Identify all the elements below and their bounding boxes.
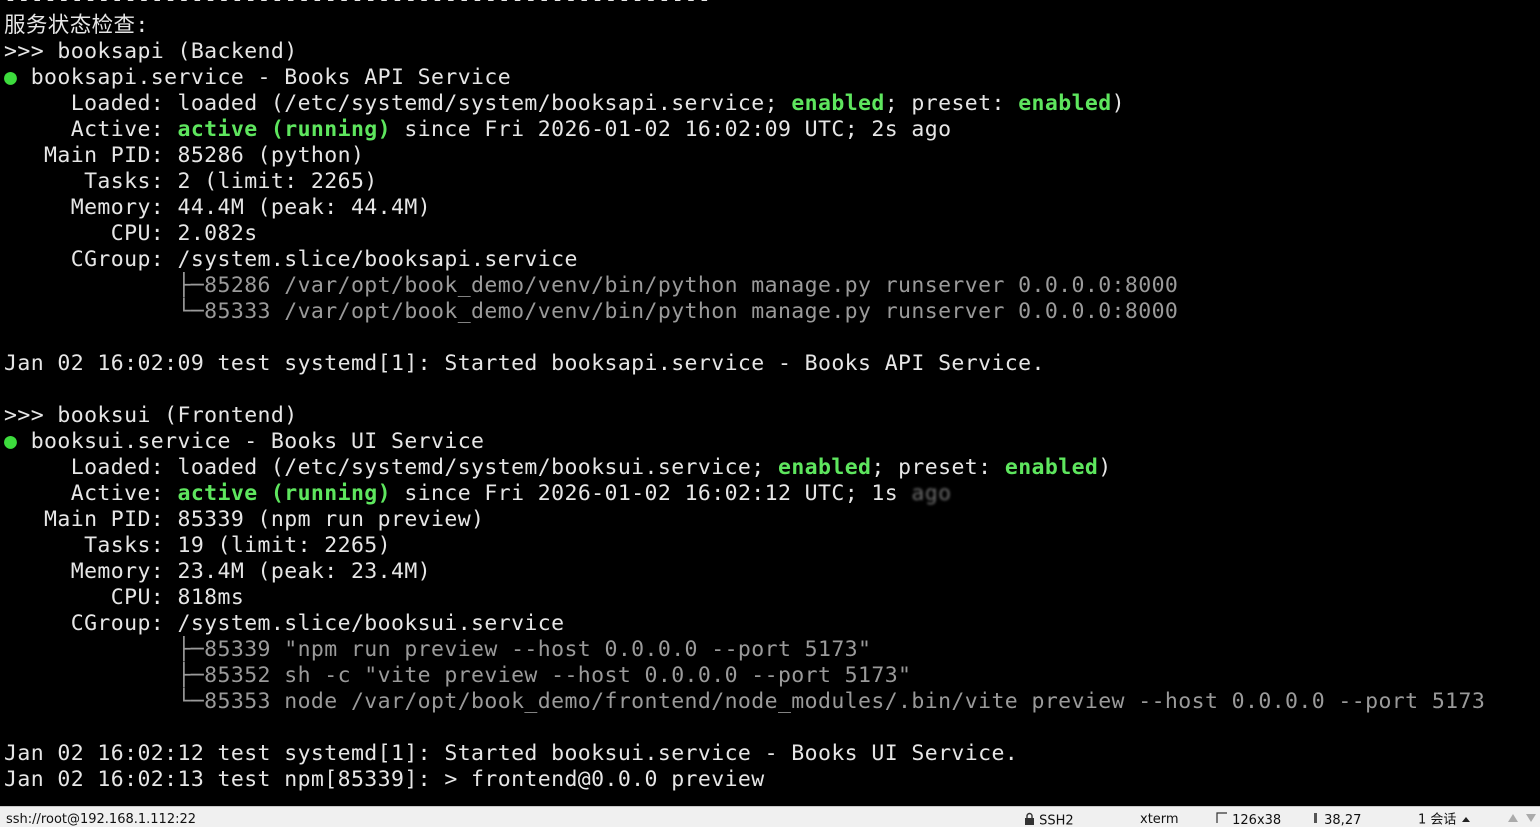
unit-description: booksapi.service - Books API Service	[17, 65, 511, 90]
terminal-size: 126x38	[1216, 812, 1281, 827]
memory-line: Memory: 23.4M (peak: 23.4M)	[4, 559, 431, 585]
cgroup-line: CGroup: /system.slice/booksui.service	[4, 611, 564, 637]
process-line: ├─85286 /var/opt/book_demo/venv/bin/pyth…	[4, 273, 1178, 299]
cursor-position: 38,27	[1312, 812, 1361, 827]
main-pid-line: Main PID: 85286 (python)	[4, 143, 364, 169]
connection-address: ssh://root@192.168.1.112:22	[6, 812, 196, 827]
loaded-text: Loaded: loaded (/etc/systemd/system/book…	[4, 455, 778, 480]
unit-description: booksui.service - Books UI Service	[17, 429, 484, 454]
unit-line: ● booksapi.service - Books API Service	[4, 65, 511, 91]
session-label: 1 会话	[1418, 813, 1456, 827]
status-bar: ssh://root@192.168.1.112:22 SSH2 xterm 1…	[0, 806, 1540, 827]
protocol-indicator: SSH2	[1024, 812, 1074, 827]
status-dot-icon: ●	[4, 65, 17, 90]
tasks-line: Tasks: 19 (limit: 2265)	[4, 533, 391, 559]
active-line: Active: active (running) since Fri 2026-…	[4, 117, 951, 143]
tasks-line: Tasks: 2 (limit: 2265)	[4, 169, 378, 195]
blurred-text: ago	[911, 481, 951, 506]
loaded-mid: ; preset:	[885, 91, 1018, 116]
service-header: >>> booksapi (Backend)	[4, 39, 298, 65]
cpu-line: CPU: 818ms	[4, 585, 244, 611]
cpu-line: CPU: 2.082s	[4, 221, 258, 247]
active-state: active (running)	[177, 117, 391, 142]
active-since: since Fri 2026-01-02 16:02:09 UTC; 2s ag…	[391, 117, 951, 142]
session-count[interactable]: 1 会话	[1418, 812, 1471, 827]
terminal-type: xterm	[1140, 812, 1179, 827]
scroll-up-icon[interactable]	[1506, 812, 1520, 827]
resize-icon	[1216, 812, 1228, 827]
dropdown-arrow-icon	[1461, 812, 1471, 827]
process-line: └─85333 /var/opt/book_demo/venv/bin/pyth…	[4, 299, 1178, 325]
loaded-text: Loaded: loaded (/etc/systemd/system/book…	[4, 91, 791, 116]
separator-line: ----------------------------------------…	[4, 0, 711, 13]
status-dot-icon: ●	[4, 429, 17, 454]
loaded-end: )	[1112, 91, 1125, 116]
loaded-mid: ; preset:	[871, 455, 1004, 480]
log-line: Jan 02 16:02:12 test systemd[1]: Started…	[4, 741, 1018, 767]
preset-status: enabled	[1018, 91, 1111, 116]
terminal-window[interactable]: ----------------------------------------…	[0, 0, 1540, 806]
unit-line: ● booksui.service - Books UI Service	[4, 429, 484, 455]
cursor-label: 38,27	[1324, 813, 1361, 827]
size-label: 126x38	[1232, 813, 1281, 827]
scroll-down-icon[interactable]	[1524, 812, 1538, 827]
protocol-label: SSH2	[1039, 814, 1074, 827]
process-line: └─85353 node /var/opt/book_demo/frontend…	[4, 689, 1485, 715]
heading-line: 服务状态检查:	[4, 13, 149, 39]
process-line: ├─85339 "npm run preview --host 0.0.0.0 …	[4, 637, 871, 663]
log-line: Jan 02 16:02:09 test systemd[1]: Started…	[4, 351, 1045, 377]
cgroup-line: CGroup: /system.slice/booksapi.service	[4, 247, 578, 273]
enabled-status: enabled	[778, 455, 871, 480]
cursor-position-icon	[1312, 812, 1320, 827]
process-line: ├─85352 sh -c "vite preview --host 0.0.0…	[4, 663, 911, 689]
lock-icon	[1024, 812, 1035, 827]
service-header: >>> booksui (Frontend)	[4, 403, 298, 429]
active-label: Active:	[4, 117, 177, 142]
loaded-end: )	[1098, 455, 1111, 480]
active-since: since Fri 2026-01-02 16:02:12 UTC; 1s	[391, 481, 911, 506]
active-state: active (running)	[177, 481, 391, 506]
preset-status: enabled	[1005, 455, 1098, 480]
enabled-status: enabled	[791, 91, 884, 116]
memory-line: Memory: 44.4M (peak: 44.4M)	[4, 195, 431, 221]
log-line: Jan 02 16:02:13 test npm[85339]: > front…	[4, 767, 765, 793]
active-label: Active:	[4, 481, 177, 506]
main-pid-line: Main PID: 85339 (npm run preview)	[4, 507, 484, 533]
active-line: Active: active (running) since Fri 2026-…	[4, 481, 951, 507]
loaded-line: Loaded: loaded (/etc/systemd/system/book…	[4, 455, 1112, 481]
loaded-line: Loaded: loaded (/etc/systemd/system/book…	[4, 91, 1125, 117]
